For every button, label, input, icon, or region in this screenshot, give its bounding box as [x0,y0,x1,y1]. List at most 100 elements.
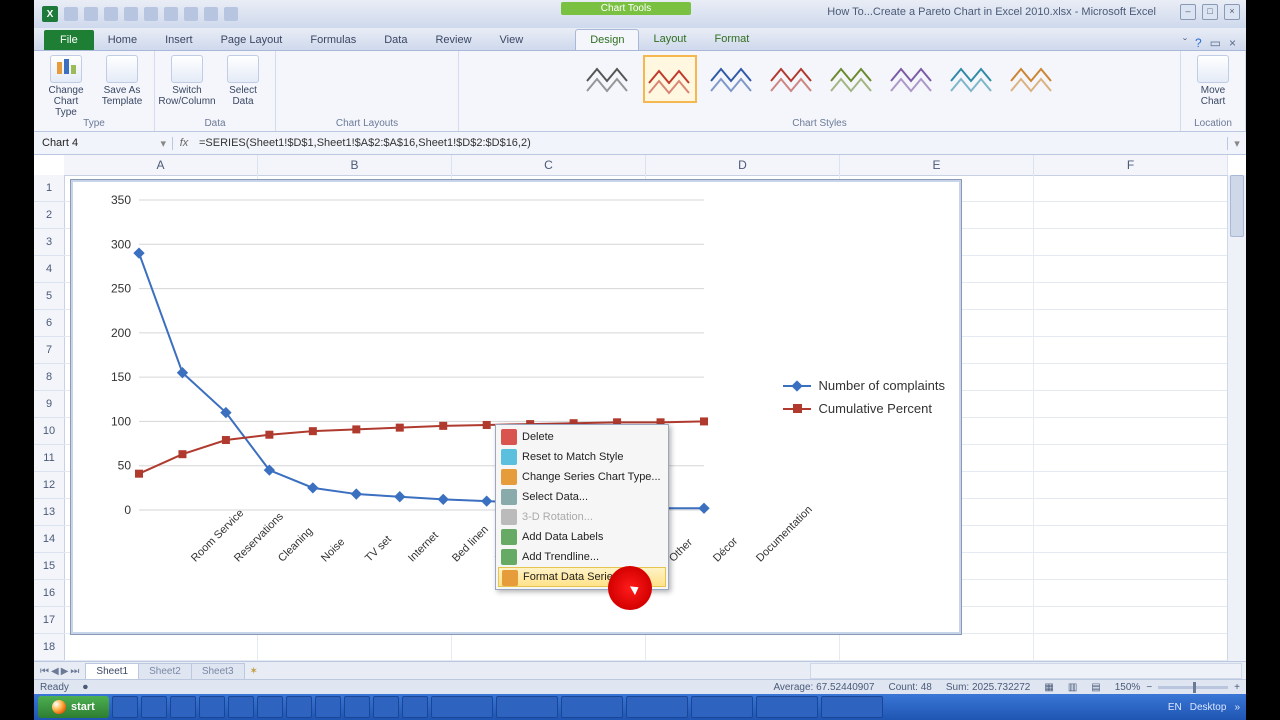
expand-formula-icon[interactable]: ▾ [1227,137,1246,150]
row-header-6[interactable]: 6 [34,310,64,337]
move-chart-button[interactable]: Move Chart [1189,55,1237,107]
chart-style-6[interactable] [887,55,937,99]
next-sheet-icon[interactable]: ▶ [61,666,69,677]
dropdown-icon[interactable]: ▾ [160,137,172,150]
zoom-in-icon[interactable]: + [1234,682,1240,693]
minimize-button[interactable]: – [1180,4,1196,20]
chart-object[interactable]: 050100150200250300350 Number of complain… [70,179,962,635]
tray-desktop[interactable]: Desktop [1190,702,1227,713]
chart-style-2[interactable] [643,55,697,103]
tab-formulas[interactable]: Formulas [296,30,370,50]
layout-option-2[interactable] [342,55,392,99]
tool-tab-layout[interactable]: Layout [639,29,700,50]
taskbar-app-2[interactable] [141,696,167,718]
tab-view[interactable]: View [486,30,538,50]
col-header-C[interactable]: C [452,155,646,175]
qat-sort-icon[interactable] [224,7,238,21]
chart-style-8[interactable] [1007,55,1057,99]
taskbar-app-1[interactable] [112,696,138,718]
chart-style-1[interactable] [583,55,633,99]
row-header-1[interactable]: 1 [34,175,64,202]
start-button[interactable]: start [38,696,109,718]
sheet-nav[interactable]: ⏮◀▶⏭ [34,666,85,677]
row-header-13[interactable]: 13 [34,499,64,526]
row-header-12[interactable]: 12 [34,472,64,499]
tray-expand-icon[interactable]: » [1234,702,1240,713]
horizontal-scrollbar[interactable] [810,663,1242,679]
row-header-5[interactable]: 5 [34,283,64,310]
taskbar-app-9[interactable] [344,696,370,718]
qat-print-icon[interactable] [164,7,178,21]
taskbar-app-18[interactable] [821,696,883,718]
view-layout-icon[interactable]: ▥ [1068,682,1077,693]
close-button[interactable]: × [1224,4,1240,20]
name-box[interactable]: Chart 4▾ [34,137,173,150]
view-normal-icon[interactable]: ▦ [1044,682,1053,693]
row-header-16[interactable]: 16 [34,580,64,607]
taskbar-app-8[interactable] [315,696,341,718]
tool-tab-format[interactable]: Format [700,29,763,50]
window-close-icon[interactable]: × [1229,36,1236,50]
zoom-slider[interactable] [1158,686,1228,689]
scroll-thumb[interactable] [1230,175,1244,237]
row-header-3[interactable]: 3 [34,229,64,256]
tab-review[interactable]: Review [421,30,485,50]
row-header-4[interactable]: 4 [34,256,64,283]
sheet-tab-sheet3[interactable]: Sheet3 [191,663,245,679]
sheet-tab-sheet1[interactable]: Sheet1 [85,663,139,679]
formula-input[interactable]: =SERIES(Sheet1!$D$1,Sheet1!$A$2:$A$16,Sh… [195,137,1227,149]
col-header-F[interactable]: F [1034,155,1228,175]
row-header-18[interactable]: 18 [34,634,64,661]
ctx-change-series-chart-type[interactable]: Change Series Chart Type... [498,467,666,487]
help-icon[interactable]: ? [1195,36,1202,50]
select-data-button[interactable]: Select Data [219,55,267,107]
ctx-delete[interactable]: Delete [498,427,666,447]
taskbar-app-5[interactable] [228,696,254,718]
row-header-15[interactable]: 15 [34,553,64,580]
taskbar-app-15[interactable] [626,696,688,718]
taskbar-app-12[interactable] [431,696,493,718]
row-header-2[interactable]: 2 [34,202,64,229]
row-header-10[interactable]: 10 [34,418,64,445]
row-header-9[interactable]: 9 [34,391,64,418]
row-header-7[interactable]: 7 [34,337,64,364]
taskbar-app-17[interactable] [756,696,818,718]
taskbar-app-6[interactable] [257,696,283,718]
col-header-B[interactable]: B [258,155,452,175]
layout-option-3[interactable] [400,55,450,99]
ctx-reset-to-match-style[interactable]: Reset to Match Style [498,447,666,467]
taskbar-app-3[interactable] [170,696,196,718]
fx-icon[interactable]: fx [173,137,195,149]
macro-record-icon[interactable]: ⏺ [83,682,88,693]
prev-sheet-icon[interactable]: ◀ [51,666,59,677]
zoom-control[interactable]: 150% − + [1115,682,1240,693]
taskbar-app-10[interactable] [373,696,399,718]
vertical-scrollbar[interactable] [1227,175,1246,662]
taskbar-app-14[interactable] [561,696,623,718]
new-sheet-icon[interactable]: ✶ [244,666,264,677]
qat-redo-icon[interactable] [104,7,118,21]
row-headers[interactable]: 123456789101112131415161718 [34,175,65,661]
last-sheet-icon[interactable]: ⏭ [70,666,79,677]
maximize-button[interactable]: □ [1202,4,1218,20]
chart-legend[interactable]: Number of complaints Cumulative Percent [783,370,945,424]
qat-undo-icon[interactable] [84,7,98,21]
qat-open-icon[interactable] [144,7,158,21]
taskbar-app-16[interactable] [691,696,753,718]
qat-new-icon[interactable] [124,7,138,21]
row-header-14[interactable]: 14 [34,526,64,553]
col-header-A[interactable]: A [64,155,258,175]
col-header-E[interactable]: E [840,155,1034,175]
chart-style-7[interactable] [947,55,997,99]
ctx-add-data-labels[interactable]: Add Data Labels [498,527,666,547]
row-header-17[interactable]: 17 [34,607,64,634]
change-chart-type-button[interactable]: Change Chart Type [42,55,90,118]
first-sheet-icon[interactable]: ⏮ [40,666,49,677]
taskbar-app-4[interactable] [199,696,225,718]
tab-page-layout[interactable]: Page Layout [207,30,297,50]
file-tab[interactable]: File [44,30,94,50]
tool-tab-design[interactable]: Design [575,29,639,50]
tab-insert[interactable]: Insert [151,30,207,50]
ctx-add-trendline[interactable]: Add Trendline... [498,547,666,567]
chart-style-4[interactable] [767,55,817,99]
